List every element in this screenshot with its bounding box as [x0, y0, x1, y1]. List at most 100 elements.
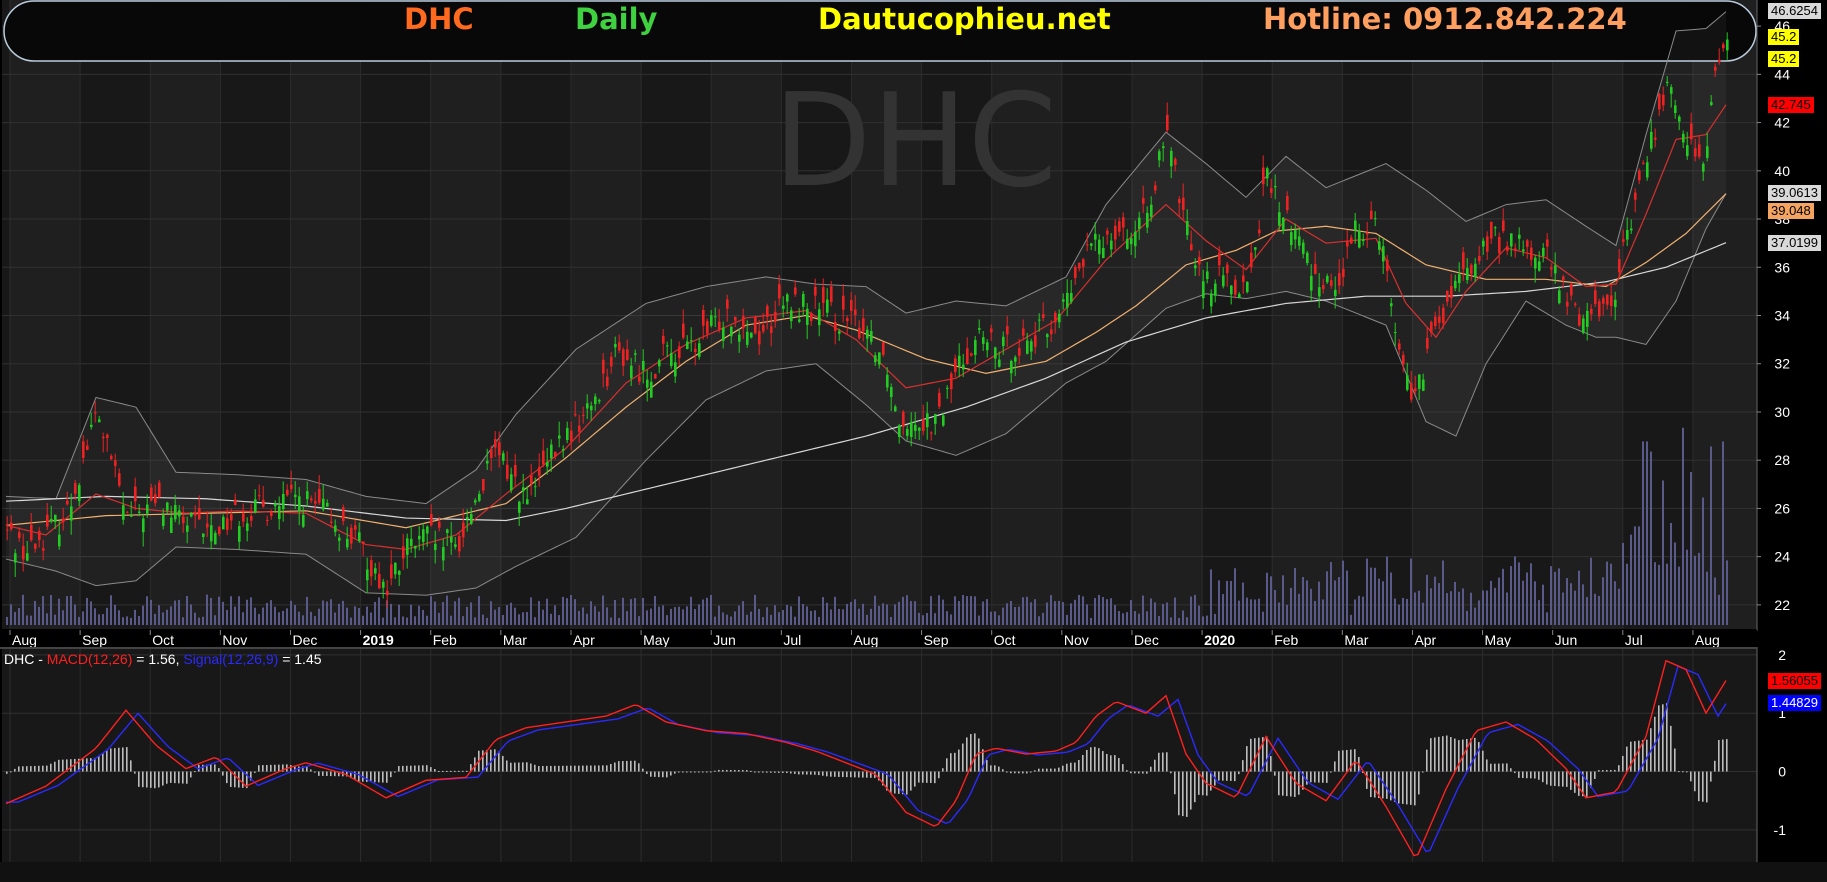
volume-bar — [1238, 600, 1240, 625]
volume-bar — [470, 602, 472, 625]
macd-hist-bar — [1618, 765, 1620, 772]
volume-bar — [1370, 567, 1372, 625]
volume-bar — [1670, 523, 1672, 625]
macd-hist-bar — [102, 753, 104, 772]
macd-hist-bar — [1450, 737, 1452, 772]
candle-body — [758, 331, 761, 345]
candle-body — [114, 460, 117, 467]
macd-hist-bar — [110, 748, 112, 772]
candle-body — [1278, 212, 1281, 226]
candle-body — [1678, 116, 1681, 122]
volume-bar — [758, 608, 760, 625]
macd-hist-bar — [30, 766, 32, 772]
volume-bar — [862, 603, 864, 625]
candle-body — [1146, 212, 1149, 228]
candle-body — [618, 342, 621, 351]
candle-body — [582, 414, 585, 416]
candle-body — [574, 414, 577, 416]
macd-hist-bar — [942, 768, 944, 772]
candle-body — [1014, 357, 1017, 362]
candle-body — [358, 532, 361, 541]
volume-bar — [1070, 603, 1072, 625]
candle-body — [226, 518, 229, 530]
volume-bar — [1642, 441, 1644, 625]
macd-hist-bar — [866, 771, 868, 778]
price-tick-label: 36 — [1774, 259, 1790, 275]
candle-body — [1614, 299, 1617, 308]
candle-body — [978, 328, 981, 330]
macd-hist-bar — [574, 765, 576, 772]
macd-hist-bar — [222, 771, 224, 776]
macd-value-tag: 1.44829 — [1768, 694, 1821, 711]
volume-bar — [746, 614, 748, 625]
macd-hist-bar — [978, 738, 980, 772]
macd-hist-bar — [1494, 763, 1496, 772]
macd-hist-bar — [546, 765, 548, 772]
candle-body — [254, 499, 257, 513]
macd-hist-bar — [154, 771, 156, 789]
volume-bar — [1358, 595, 1360, 625]
x-tick-label: Oct — [152, 632, 174, 648]
volume-bar — [566, 598, 568, 625]
volume-bar — [814, 610, 816, 625]
candle-body — [842, 295, 845, 310]
header-site: Dautucophieu.net — [818, 2, 1111, 36]
macd-hist-bar — [1194, 771, 1196, 803]
candle-body — [498, 442, 501, 456]
volume-bar — [1058, 600, 1060, 625]
candle-body — [1706, 146, 1709, 158]
macd-hist-bar — [722, 769, 724, 772]
macd-hist-bar — [822, 771, 824, 776]
macd-hist-bar — [714, 770, 716, 772]
volume-bar — [1662, 480, 1664, 625]
volume-bar — [50, 594, 52, 625]
macd-hist-bar — [458, 770, 460, 772]
macd-hist-bar — [954, 752, 956, 772]
candle-body — [610, 356, 613, 367]
volume-bar — [1478, 600, 1480, 625]
candle-body — [430, 514, 433, 526]
volume-bar — [70, 595, 72, 625]
macd-hist-bar — [34, 765, 36, 772]
macd-hist-bar — [1706, 771, 1708, 803]
macd-hist-bar — [666, 771, 668, 778]
candle-body — [754, 316, 757, 334]
candle-body — [1542, 247, 1545, 257]
macd-hist-bar — [690, 771, 692, 773]
candle-body — [378, 573, 381, 589]
candle-body — [450, 536, 453, 543]
candle-body — [1374, 218, 1377, 220]
candle-body — [522, 487, 525, 492]
price-value-tag: 46.6254 — [1768, 3, 1821, 20]
macd-hist-bar — [1238, 771, 1240, 775]
x-tick-label: Dec — [1134, 632, 1159, 648]
macd-hist-bar — [1082, 754, 1084, 772]
candle-body — [966, 348, 969, 365]
candle-body — [1378, 241, 1381, 250]
volume-bar — [1098, 594, 1100, 625]
candle-body — [878, 352, 881, 365]
macd-hist-bar — [974, 733, 976, 772]
macd-hist-bar — [134, 771, 136, 774]
volume-bar — [1418, 590, 1420, 625]
candle-body — [538, 467, 541, 476]
macd-hist-bar — [1062, 765, 1064, 772]
volume-bar — [1014, 607, 1016, 625]
volume-bar — [1602, 577, 1604, 625]
candle-body — [806, 308, 809, 325]
volume-bar — [142, 605, 144, 625]
volume-bar — [1442, 560, 1444, 625]
candle-body — [650, 381, 653, 398]
candle-body — [18, 532, 21, 539]
price-value-tag: 45.2 — [1768, 50, 1800, 67]
macd-hist-bar — [542, 765, 544, 772]
candle-body — [1562, 276, 1565, 280]
macd-hist-bar — [1726, 739, 1728, 772]
volume-bar — [902, 596, 904, 625]
macd-hist-bar — [194, 771, 196, 773]
macd-hist-bar — [1162, 752, 1164, 772]
macd-hist-bar — [1006, 771, 1008, 773]
macd-hist-bar — [522, 762, 524, 772]
volume-bar — [550, 613, 552, 625]
candle-body — [182, 516, 185, 524]
